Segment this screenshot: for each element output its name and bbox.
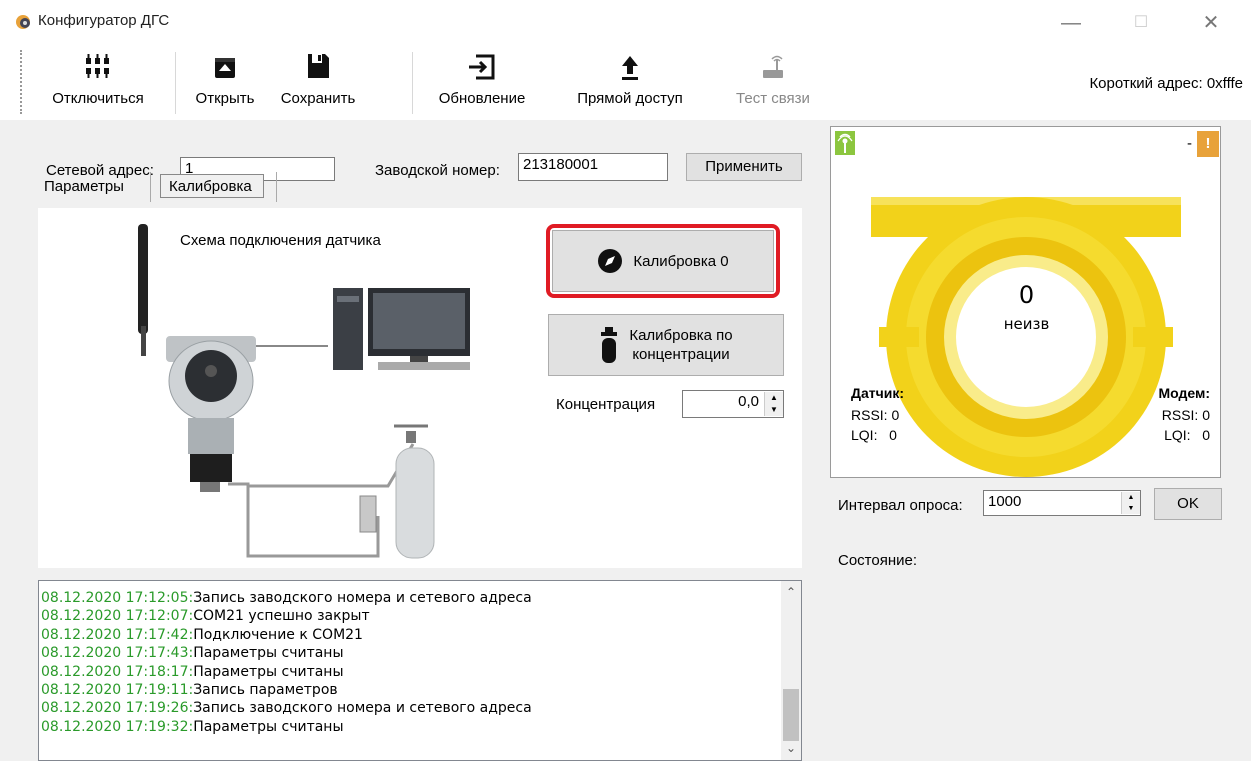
calibrate-zero-label: Калибровка 0 [633, 252, 729, 270]
log-timestamp: 08.12.2020 17:17:42: [41, 626, 194, 643]
log-message: Запись заводского номера и сетевого адре… [193, 700, 532, 717]
calibrate-concentration-label-2: концентрации [632, 346, 730, 363]
sensor-lqi: LQI: 0 [851, 427, 897, 443]
log-message: Запись параметров [193, 682, 338, 699]
modem-title: Модем: [1158, 385, 1210, 401]
short-address: Короткий адрес: 0xfffe [1089, 75, 1243, 92]
toolbar-separator [175, 52, 176, 114]
log-timestamp: 08.12.2020 17:17:43: [41, 645, 194, 662]
toolbar-separator [412, 52, 413, 114]
log-entry: 08.12.2020 17:19:11:Запись параметров [39, 681, 801, 699]
log-entry: 08.12.2020 17:17:42:Подключение к COM21 [39, 626, 801, 644]
modem-rssi: RSSI: 0 [1161, 407, 1210, 423]
toolbar-label: Прямой доступ [577, 90, 683, 107]
compass-icon [598, 249, 623, 273]
status-dash: - [1187, 135, 1192, 152]
save-icon [308, 54, 329, 78]
log-entry: 08.12.2020 17:12:05:Запись заводского но… [39, 589, 801, 607]
scroll-down-icon[interactable]: ⌄ [781, 741, 801, 755]
close-button[interactable]: ✕ [1188, 8, 1234, 38]
link-test-button[interactable]: Тест связи [718, 50, 828, 116]
scroll-up-icon[interactable]: ⌃ [781, 585, 801, 599]
save-button[interactable]: Сохранить [268, 50, 368, 116]
log-message: Параметры считаны [193, 645, 344, 662]
tab-divider [150, 172, 151, 202]
concentration-spin-buttons[interactable]: ▲ ▼ [764, 392, 783, 416]
toolbar-label: Отключиться [52, 90, 144, 107]
toolbar-label: Обновление [438, 90, 526, 107]
toolbar-label: Тест связи [736, 90, 810, 107]
log-message: COM21 успешно закрыт [193, 608, 370, 625]
log-message: Параметры считаны [193, 663, 344, 680]
modem-lqi: LQI: 0 [1164, 427, 1210, 443]
status-panel: - ! 0 неизв Датчик: RSSI: 0 LQI: 0 Модем… [830, 126, 1221, 478]
tab-calibration[interactable]: Калибровка [160, 174, 264, 198]
log-message: Запись заводского номера и сетевого адре… [193, 590, 532, 606]
calibration-panel: Схема подключения датчика Калибровка 0 К… [38, 208, 802, 568]
tab-divider [276, 172, 277, 202]
disconnect-button[interactable]: Отключиться [38, 50, 158, 116]
disconnect-icon [86, 54, 109, 78]
log-entry: 08.12.2020 17:19:26:Запись заводского но… [39, 699, 801, 717]
direct-access-button[interactable]: Прямой доступ [560, 50, 700, 116]
connection-diagram-image [138, 224, 470, 559]
log-timestamp: 08.12.2020 17:19:26: [41, 700, 194, 717]
apply-button[interactable]: Применить [686, 153, 802, 181]
poll-interval-label: Интервал опроса: [838, 497, 963, 514]
toolbar-label: Сохранить [280, 90, 356, 107]
open-button[interactable]: Открыть [185, 50, 265, 116]
toolbar-label: Открыть [195, 90, 255, 107]
gauge-value: 0 [1018, 281, 1035, 309]
toolbar-grip[interactable] [20, 50, 24, 114]
minimize-button[interactable]: — [1048, 8, 1094, 38]
poll-interval-spinbox[interactable]: 1000 [983, 490, 1141, 516]
concentration-label: Концентрация [556, 396, 656, 413]
serial-number-label: Заводской номер: [375, 162, 500, 179]
poll-spin-buttons[interactable]: ▲ ▼ [1121, 492, 1140, 514]
state-label: Состояние: [838, 552, 918, 569]
log-entry: 08.12.2020 17:12:07:COM21 успешно закрыт [39, 607, 801, 625]
sensor-title: Датчик: [851, 385, 905, 401]
log-message: Подключение к COM21 [193, 626, 363, 643]
scroll-thumb[interactable] [783, 689, 799, 741]
window-title: Конфигуратор ДГС [38, 12, 170, 29]
update-button[interactable]: Обновление [422, 50, 542, 116]
log-entry: 08.12.2020 17:17:43:Параметры считаны [39, 644, 801, 662]
log-timestamp: 08.12.2020 17:12:05: [41, 590, 194, 606]
toolbar: Отключиться Открыть Сохранить Обновление… [0, 44, 1251, 120]
title-bar: Конфигуратор ДГС — ☐ ✕ [0, 0, 1251, 44]
calibrate-concentration-button[interactable]: Калибровка по концентрации [548, 314, 784, 376]
update-icon [469, 54, 495, 80]
log-timestamp: 08.12.2020 17:19:11: [41, 682, 194, 699]
link-test-icon [763, 55, 783, 78]
log-scrollbar[interactable]: ⌃ ⌄ [781, 581, 801, 760]
log-message: Параметры считаны [193, 718, 344, 735]
log-timestamp: 08.12.2020 17:18:17: [41, 663, 194, 680]
app-icon [16, 15, 30, 29]
calibrate-zero-button[interactable]: Калибровка 0 [552, 230, 774, 292]
direct-access-icon [622, 56, 638, 80]
log-entry: 08.12.2020 17:18:17:Параметры считаны [39, 663, 801, 681]
spin-up-icon[interactable]: ▲ [1122, 492, 1140, 503]
open-icon [215, 58, 235, 78]
signal-icon [835, 131, 855, 155]
warning-icon: ! [1197, 131, 1219, 157]
gauge-unit: неизв [1003, 315, 1050, 333]
log-timestamp: 08.12.2020 17:19:32: [41, 718, 194, 735]
maximize-button[interactable]: ☐ [1118, 8, 1164, 38]
log-timestamp: 08.12.2020 17:12:07: [41, 608, 194, 625]
ok-button[interactable]: OK [1154, 488, 1222, 520]
serial-number-field[interactable]: 213180001 [518, 153, 668, 181]
tab-parameters[interactable]: Параметры [38, 172, 150, 202]
calibrate-concentration-label-1: Калибровка по [629, 327, 733, 344]
log-entry: 08.12.2020 17:19:32:Параметры считаны [39, 718, 801, 736]
event-log[interactable]: 08.12.2020 17:12:05:Запись заводского но… [38, 580, 802, 761]
spin-down-icon[interactable]: ▼ [1122, 503, 1140, 514]
log-lines: 08.12.2020 17:12:05:Запись заводского но… [39, 581, 801, 736]
sensor-rssi: RSSI: 0 [851, 407, 900, 423]
spin-up-icon[interactable]: ▲ [765, 392, 783, 404]
gas-cylinder-icon [601, 327, 618, 363]
spin-down-icon[interactable]: ▼ [765, 404, 783, 416]
